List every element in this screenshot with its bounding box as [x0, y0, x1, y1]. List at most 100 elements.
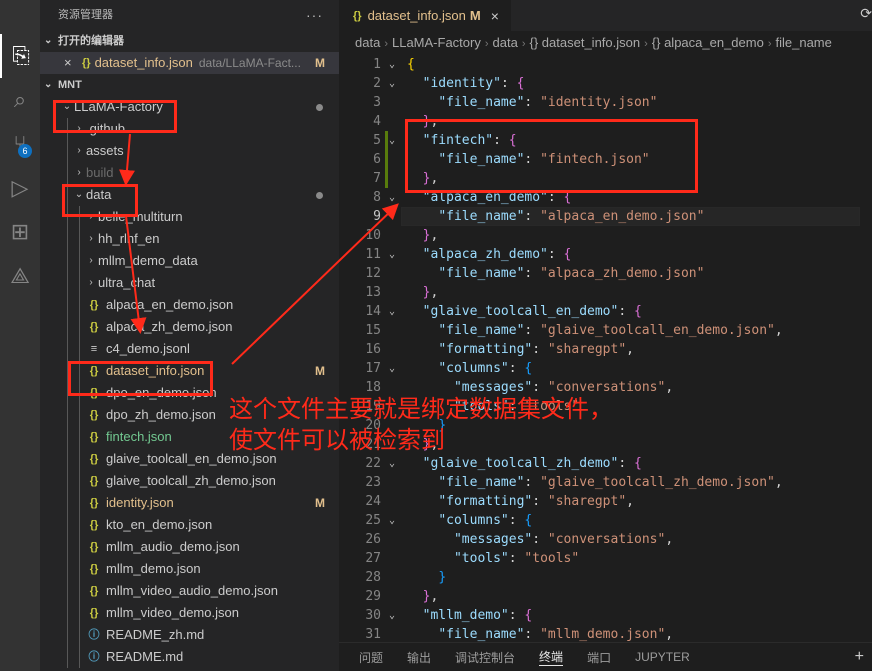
- source-control-icon[interactable]: ⑂ 6: [0, 122, 40, 166]
- code-line[interactable]: 12 "file_name": "alpaca_zh_demo.json": [339, 264, 872, 283]
- code-line[interactable]: 10 },: [339, 226, 872, 245]
- tree-row-build[interactable]: › build: [40, 162, 339, 184]
- tree-row-dpo-en-demo-json[interactable]: {} dpo_en_demo.json: [40, 382, 339, 404]
- add-terminal-icon[interactable]: +: [855, 648, 864, 666]
- code-editor[interactable]: 1 ⌄ {2 ⌄ "identity": {3 "file_name": "ident…: [339, 55, 872, 642]
- code-line[interactable]: 30 ⌄ "mllm_demo": {: [339, 606, 872, 625]
- close-icon[interactable]: ×: [64, 52, 82, 74]
- fold-chevron-icon[interactable]: ⌄: [389, 188, 395, 207]
- code-line[interactable]: 23 "file_name": "glaive_toolcall_zh_demo…: [339, 473, 872, 492]
- fold-chevron-icon[interactable]: ⌄: [389, 245, 395, 264]
- json-file-icon: {}: [89, 409, 99, 421]
- code-line[interactable]: 16 "formatting": "sharegpt",: [339, 340, 872, 359]
- extensions-icon[interactable]: ⊞: [0, 210, 40, 254]
- tree-row-dpo-zh-demo-json[interactable]: {} dpo_zh_demo.json: [40, 404, 339, 426]
- panel-tab[interactable]: 调试控制台: [455, 649, 515, 666]
- indent-guide: [79, 228, 80, 250]
- panel-tab[interactable]: 终端: [539, 648, 564, 666]
- compare-changes-icon[interactable]: ⟳: [860, 6, 872, 22]
- tree-row-readme-md[interactable]: ⓘ README.md: [40, 646, 339, 668]
- code-line[interactable]: 31 "file_name": "mllm_demo.json",: [339, 625, 872, 642]
- open-editor-item[interactable]: × {} dataset_info.json data/LLaMA-Fact..…: [40, 52, 339, 74]
- code-line[interactable]: 2 ⌄ "identity": {: [339, 74, 872, 93]
- panel-tab[interactable]: 端口: [587, 649, 611, 666]
- json-file-icon: {}: [89, 431, 99, 443]
- code-line[interactable]: 9 "file_name": "alpaca_en_demo.json": [339, 207, 872, 226]
- tree-row-alpaca-en-demo-json[interactable]: {} alpaca_en_demo.json: [40, 294, 339, 316]
- code-line[interactable]: 24 "formatting": "sharegpt",: [339, 492, 872, 511]
- code-line[interactable]: 26 "messages": "conversations",: [339, 530, 872, 549]
- code-line[interactable]: 5 ⌄ "fintech": {: [339, 131, 872, 150]
- close-icon[interactable]: ×: [491, 8, 499, 24]
- code-line[interactable]: 3 "file_name": "identity.json": [339, 93, 872, 112]
- remote-icon[interactable]: ⟁: [0, 254, 40, 298]
- breadcrumb-segment[interactable]: data: [493, 35, 518, 50]
- workspace-header[interactable]: ⌄ MNT: [40, 74, 339, 96]
- tree-row-hh-rlhf-en[interactable]: › hh_rlhf_en: [40, 228, 339, 250]
- code-text: },: [422, 114, 439, 129]
- panel-tab[interactable]: 输出: [407, 649, 431, 666]
- code-line[interactable]: 29 },: [339, 587, 872, 606]
- code-text: "alpaca_zh_demo": {: [422, 247, 572, 262]
- code-line[interactable]: 13 },: [339, 283, 872, 302]
- breadcrumb-segment[interactable]: LLaMA-Factory: [392, 35, 481, 50]
- tree-row-belle-multiturn[interactable]: › belle_multiturn: [40, 206, 339, 228]
- files-icon[interactable]: ⎘: [0, 34, 40, 78]
- code-line[interactable]: 22 ⌄ "glaive_toolcall_zh_demo": {: [339, 454, 872, 473]
- tree-row--github[interactable]: › .github: [40, 118, 339, 140]
- fold-chevron-icon[interactable]: ⌄: [389, 302, 395, 321]
- code-line[interactable]: 27 "tools": "tools": [339, 549, 872, 568]
- code-line[interactable]: 7 },: [339, 169, 872, 188]
- code-line[interactable]: 15 "file_name": "glaive_toolcall_en_demo…: [339, 321, 872, 340]
- code-line[interactable]: 14 ⌄ "glaive_toolcall_en_demo": {: [339, 302, 872, 321]
- code-line[interactable]: 11 ⌄ "alpaca_zh_demo": {: [339, 245, 872, 264]
- tree-row-readme-zh-md[interactable]: ⓘ README_zh.md: [40, 624, 339, 646]
- fold-chevron-icon[interactable]: ⌄: [389, 74, 395, 93]
- run-debug-icon[interactable]: ▷: [0, 166, 40, 210]
- panel-tab[interactable]: JUPYTER: [635, 650, 690, 664]
- fold-chevron-icon[interactable]: ⌄: [389, 55, 395, 74]
- more-actions-icon[interactable]: ···: [306, 0, 323, 30]
- panel-tab[interactable]: 问题: [359, 649, 383, 666]
- tree-row-data[interactable]: ⌄ data: [40, 184, 339, 206]
- search-icon[interactable]: ⌕: [0, 78, 40, 122]
- breadcrumb-segment[interactable]: {} alpaca_en_demo: [652, 35, 764, 50]
- fold-chevron-icon[interactable]: ⌄: [389, 131, 395, 150]
- code-line[interactable]: 4 },: [339, 112, 872, 131]
- code-line[interactable]: 28 }: [339, 568, 872, 587]
- code-line[interactable]: 21 },: [339, 435, 872, 454]
- fold-chevron-icon[interactable]: ⌄: [389, 454, 395, 473]
- tree-row-ultra-chat[interactable]: › ultra_chat: [40, 272, 339, 294]
- tree-row-alpaca-zh-demo-json[interactable]: {} alpaca_zh_demo.json: [40, 316, 339, 338]
- code-line[interactable]: 17 ⌄ "columns": {: [339, 359, 872, 378]
- fold-chevron-icon[interactable]: ⌄: [389, 606, 395, 625]
- code-line[interactable]: 25 ⌄ "columns": {: [339, 511, 872, 530]
- tree-row-mllm-demo-data[interactable]: › mllm_demo_data: [40, 250, 339, 272]
- tree-row-assets[interactable]: › assets: [40, 140, 339, 162]
- tree-row-dataset-info-json[interactable]: {} dataset_info.json M: [40, 360, 339, 382]
- tree-row-fintech-json[interactable]: {} fintech.json: [40, 426, 339, 448]
- breadcrumb-segment[interactable]: {} dataset_info.json: [530, 35, 641, 50]
- code-line[interactable]: 19 "tools": "tools": [339, 397, 872, 416]
- tree-row-mllm-video-demo-json[interactable]: {} mllm_video_demo.json: [40, 602, 339, 624]
- tree-row-mllm-audio-demo-json[interactable]: {} mllm_audio_demo.json: [40, 536, 339, 558]
- fold-chevron-icon[interactable]: ⌄: [389, 359, 395, 378]
- breadcrumb-segment[interactable]: file_name: [776, 35, 832, 50]
- fold-chevron-icon[interactable]: ⌄: [389, 511, 395, 530]
- code-line[interactable]: 18 "messages": "conversations",: [339, 378, 872, 397]
- tree-row-mllm-demo-json[interactable]: {} mllm_demo.json: [40, 558, 339, 580]
- code-line[interactable]: 20 }: [339, 416, 872, 435]
- tree-row-kto-en-demo-json[interactable]: {} kto_en_demo.json: [40, 514, 339, 536]
- code-line[interactable]: 6 "file_name": "fintech.json": [339, 150, 872, 169]
- breadcrumb-segment[interactable]: data: [355, 35, 380, 50]
- open-editors-header[interactable]: ⌄ 打开的编辑器: [40, 30, 339, 52]
- tree-row-mllm-video-audio-demo-json[interactable]: {} mllm_video_audio_demo.json: [40, 580, 339, 602]
- code-line[interactable]: 8 ⌄ "alpaca_en_demo": {: [339, 188, 872, 207]
- tree-row-llama-factory[interactable]: ⌄ LLaMA-Factory: [40, 96, 339, 118]
- tree-row-c4-demo-jsonl[interactable]: ≡ c4_demo.jsonl: [40, 338, 339, 360]
- tree-row-identity-json[interactable]: {} identity.json M: [40, 492, 339, 514]
- tree-row-glaive-toolcall-zh-demo-json[interactable]: {} glaive_toolcall_zh_demo.json: [40, 470, 339, 492]
- tree-row-glaive-toolcall-en-demo-json[interactable]: {} glaive_toolcall_en_demo.json: [40, 448, 339, 470]
- code-line[interactable]: 1 ⌄ {: [339, 55, 872, 74]
- tab-dataset-info[interactable]: {} dataset_info.json M ×: [339, 0, 511, 31]
